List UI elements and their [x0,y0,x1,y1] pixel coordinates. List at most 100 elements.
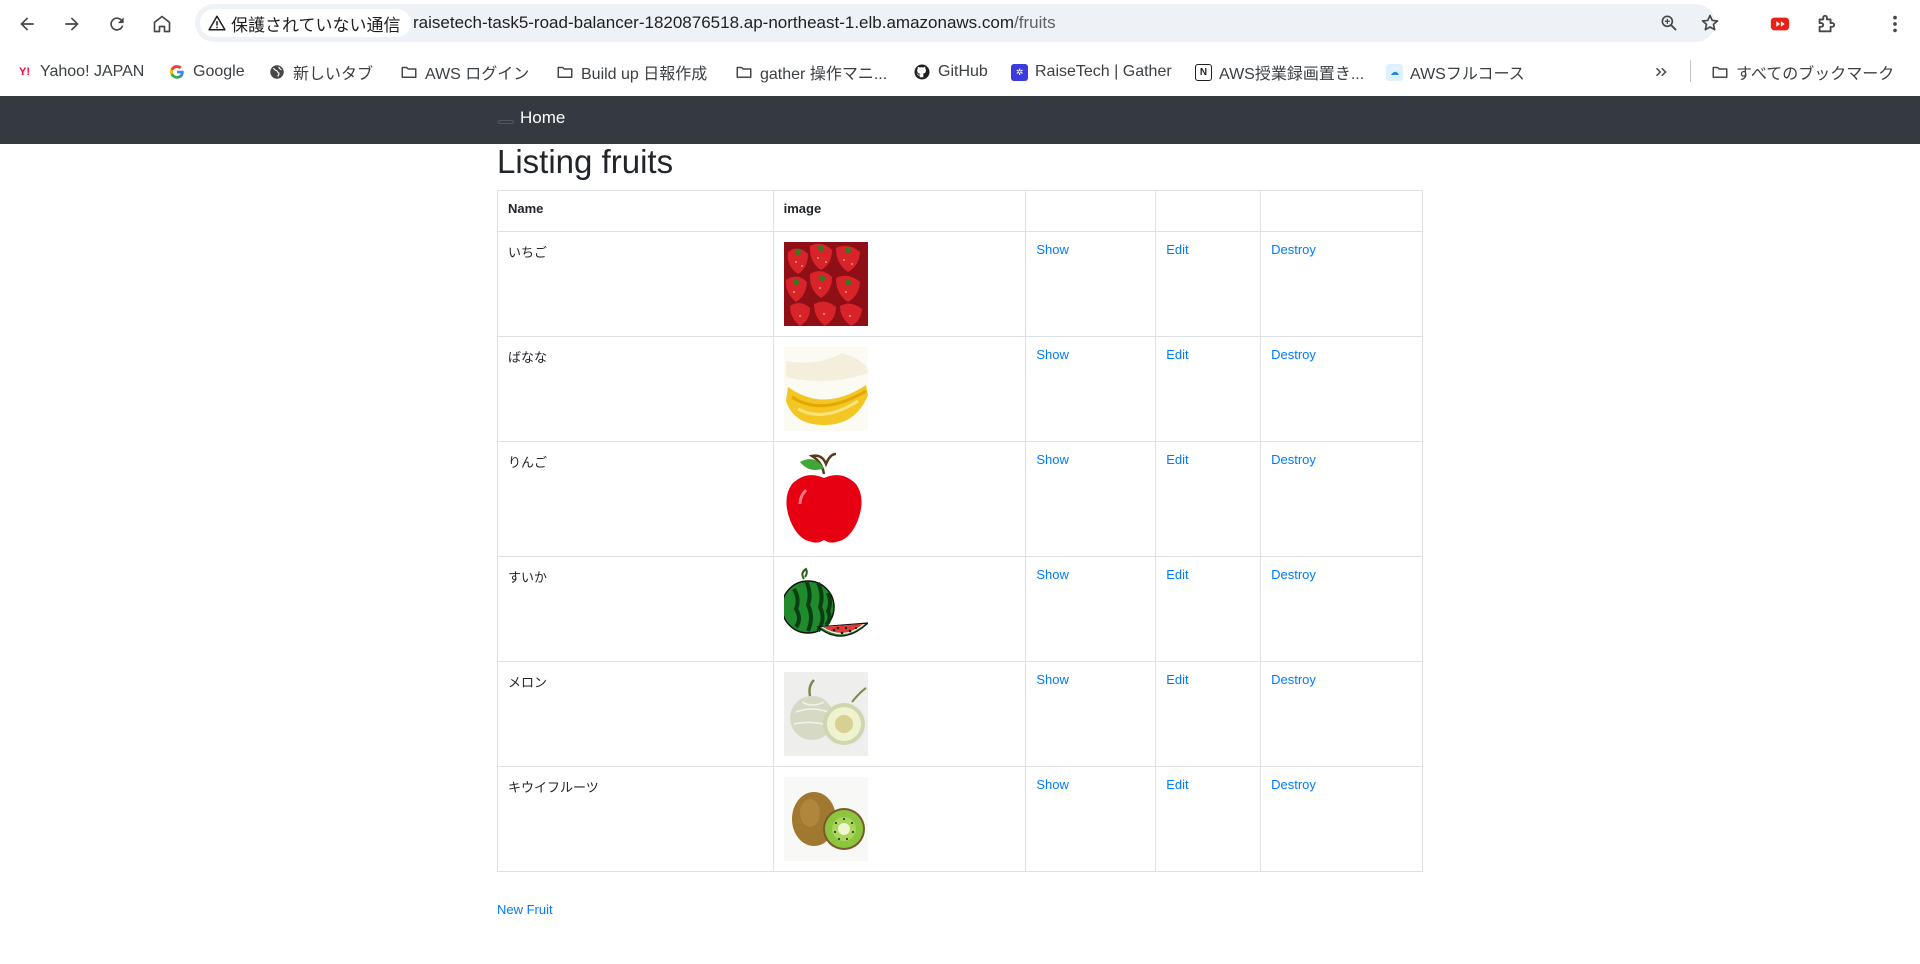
edit-link[interactable]: Edit [1166,777,1188,792]
youtube-extension-button[interactable] [1767,11,1793,37]
bookmark-label: Yahoo! JAPAN [40,63,145,80]
fruit-name: いちご [497,231,774,337]
destroy-cell: Destroy [1260,336,1423,442]
kiwi-image [783,777,868,861]
column-header-edit [1155,190,1262,232]
table-row: ばなな Show Edit Destroy [497,336,1423,442]
double-chevron-right-icon [1655,67,1667,77]
github-icon [914,64,930,80]
edit-cell: Edit [1155,441,1262,557]
folder-icon [401,66,417,78]
all-bookmarks-button[interactable]: すべてのブックマーク [1711,60,1894,84]
zoom-icon [1661,15,1677,31]
show-link[interactable]: Show [1036,347,1069,362]
fruit-name: キウイフルーツ [497,766,774,872]
melon-image [783,672,868,756]
menu-button[interactable] [1882,11,1908,37]
warning-icon [208,15,226,31]
table-row: りんご Show Edit Destroy [497,441,1423,557]
table-row: メロン Show Edit Destroy [497,661,1423,767]
nav-home-link[interactable]: Home [520,108,565,128]
destroy-link[interactable]: Destroy [1271,567,1316,582]
arrow-right-icon [65,17,79,31]
url-path: /fruits [1014,13,1056,32]
bookmark-gather-manual[interactable]: gather 操作マニ... [735,60,887,84]
security-chip[interactable]: 保護されていない通信 [200,9,411,37]
bookmark-new-tab[interactable]: 新しいタブ [268,60,373,84]
youtube-icon [1770,17,1790,31]
watermelon-image [783,567,868,651]
image-cell [772,766,1027,872]
all-bookmarks-label: すべてのブックマーク [1736,66,1895,83]
show-link[interactable]: Show [1036,567,1069,582]
edit-cell: Edit [1155,661,1262,767]
home-button[interactable] [146,8,178,40]
reload-icon [110,17,124,31]
edit-cell: Edit [1155,231,1262,337]
edit-link[interactable]: Edit [1166,242,1188,257]
column-header-name: Name [497,190,774,232]
star-icon [1701,14,1719,31]
forward-button[interactable] [56,8,88,40]
folder-icon [1712,66,1728,78]
destroy-cell: Destroy [1260,766,1423,872]
zoom-button[interactable] [1657,11,1681,35]
bookmark-google[interactable]: Google [168,60,245,84]
table-row: キウイフルーツ Show Edit Destroy [497,766,1423,872]
page-title: Listing fruits [497,143,674,180]
fruit-name: メロン [497,661,774,767]
image-cell [772,556,1027,662]
arrow-left-icon [20,17,34,31]
bookmarks-overflow-button[interactable] [1652,60,1670,84]
bookmark-star-button[interactable] [1698,11,1722,35]
destroy-link[interactable]: Destroy [1271,242,1316,257]
security-label: 保護されていない通信 [231,15,401,35]
address-bar[interactable]: 保護されていない通信 raisetech-task5-road-balancer… [195,4,1719,42]
bookmark-raisetech-gather[interactable]: ✲ RaiseTech | Gather [1011,60,1172,84]
bookmark-aws-full-course[interactable]: ☁ AWSフルコース [1386,60,1525,84]
image-cell [772,661,1027,767]
show-cell: Show [1025,556,1157,662]
home-icon [153,15,171,33]
new-fruit-link[interactable]: New Fruit [497,902,553,917]
image-cell [772,231,1027,337]
edit-link[interactable]: Edit [1166,452,1188,467]
bookmark-build-up[interactable]: Build up 日報作成 [556,60,707,84]
show-cell: Show [1025,441,1157,557]
bookmark-github[interactable]: GitHub [913,60,988,84]
destroy-link[interactable]: Destroy [1271,452,1316,467]
bookmark-label: AWS ログイン [425,66,530,83]
navbar-toggler[interactable] [498,120,514,124]
show-cell: Show [1025,336,1157,442]
bookmark-label: Google [193,63,245,80]
bookmark-label: 新しいタブ [293,66,374,83]
puzzle-icon [1818,14,1836,33]
table-header-row: Name image [497,190,1423,232]
bookmark-aws-login[interactable]: AWS ログイン [400,60,529,84]
browser-toolbar: 保護されていない通信 raisetech-task5-road-balancer… [0,0,1920,47]
image-cell [772,336,1027,442]
reload-button[interactable] [101,8,133,40]
extensions-button[interactable] [1813,11,1839,37]
edit-link[interactable]: Edit [1166,672,1188,687]
destroy-link[interactable]: Destroy [1271,347,1316,362]
show-link[interactable]: Show [1036,777,1069,792]
back-button[interactable] [11,8,43,40]
show-link[interactable]: Show [1036,672,1069,687]
fruit-name: ばなな [497,336,774,442]
destroy-link[interactable]: Destroy [1271,672,1316,687]
show-cell: Show [1025,661,1157,767]
show-link[interactable]: Show [1036,452,1069,467]
gather-icon: ✲ [1011,63,1028,81]
show-link[interactable]: Show [1036,242,1069,257]
url-text[interactable]: raisetech-task5-road-balancer-1820876518… [413,13,1056,33]
edit-link[interactable]: Edit [1166,567,1188,582]
destroy-link[interactable]: Destroy [1271,777,1316,792]
bookmark-label: gather 操作マニ... [760,66,888,83]
edit-link[interactable]: Edit [1166,347,1188,362]
bookmark-aws-recordings[interactable]: N AWS授業録画置き... [1195,60,1364,84]
table-row: すいか Show Edit Destroy [497,556,1423,662]
notion-icon: N [1195,63,1212,81]
bookmark-yahoo[interactable]: Y! Yahoo! JAPAN [16,60,144,84]
column-header-destroy [1260,190,1423,232]
